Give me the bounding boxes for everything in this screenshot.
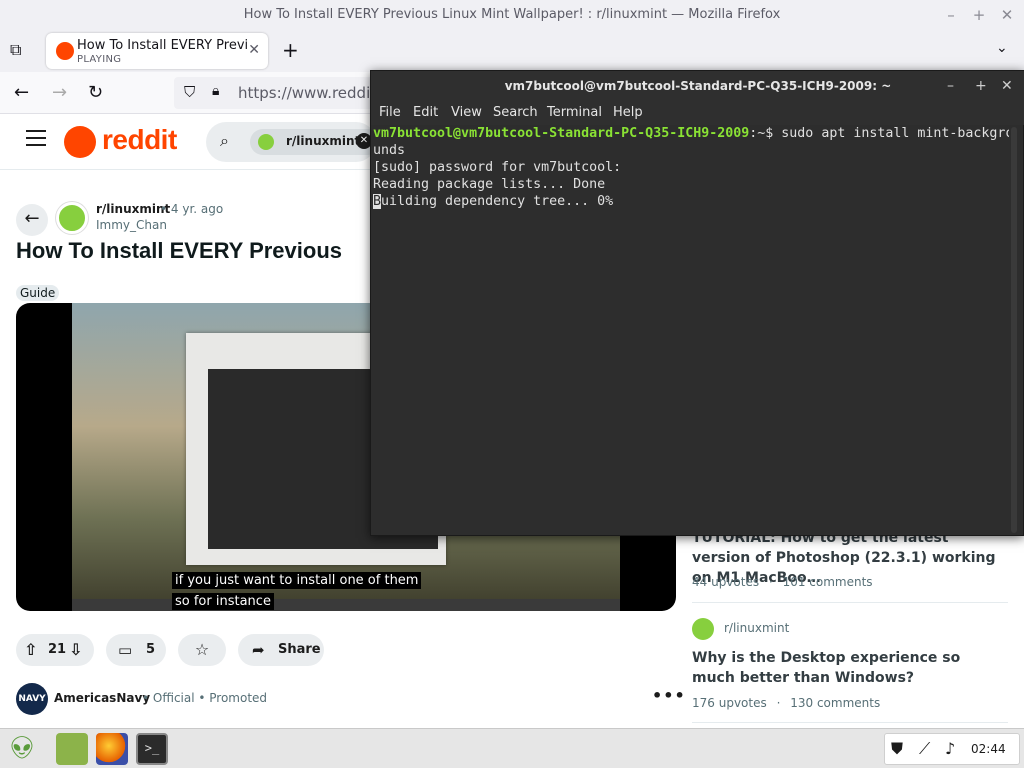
award-button[interactable]: ☆ [178, 634, 226, 666]
search-bar[interactable]: ⌕ r/linuxmint ✕ [206, 122, 380, 162]
terminal-scrollbar[interactable] [1011, 127, 1017, 533]
related-post-meta: 44 upvotes · 101 comments [692, 575, 873, 589]
output-line: unds [373, 143, 406, 158]
related-subreddit-name[interactable]: r/linuxmint [724, 621, 789, 635]
new-tab-icon[interactable]: + [282, 38, 299, 62]
close-icon[interactable]: ✕ [996, 0, 1018, 30]
back-icon[interactable]: ← [14, 82, 29, 103]
divider [692, 602, 1008, 603]
tab-status: PLAYING [77, 54, 122, 65]
url-bar[interactable]: ⛉ 🔒︎ https://www.reddit.co [174, 77, 398, 109]
caption-line: if you just want to install one of them [172, 572, 422, 589]
award-icon: ☆ [194, 640, 210, 659]
maximize-icon[interactable]: + [968, 0, 990, 30]
output-line: uilding dependency tree... 0% [381, 194, 614, 209]
subreddit-avatar[interactable] [56, 202, 88, 234]
reddit-wordmark[interactable]: reddit [102, 124, 177, 156]
menu-file[interactable]: File [379, 105, 401, 120]
text-cursor: B [373, 194, 382, 209]
related-subreddit-avatar[interactable] [692, 618, 714, 640]
shield-icon[interactable]: ⛊ [891, 739, 903, 759]
downvote-icon[interactable]: ⇩ [69, 634, 82, 666]
post-age: • 4 yr. ago [160, 202, 224, 216]
post-author[interactable]: Immy_Chan [96, 218, 167, 232]
related-post-upvotes: 176 upvotes [692, 696, 767, 710]
advertiser-name[interactable]: AmericasNavy [54, 691, 150, 705]
system-tray: ⛊ ⟋ ♪ 02:44 [884, 733, 1020, 765]
output-line: Reading package lists... Done [373, 177, 606, 192]
linuxmint-avatar [258, 134, 274, 150]
lock-icon[interactable]: 🔒︎ [212, 83, 219, 99]
search-chip-label: r/linuxmint [286, 134, 361, 148]
reddit-favicon-icon [56, 42, 74, 60]
sound-icon[interactable]: ♪ [945, 739, 955, 758]
terminal-minimize-icon[interactable]: – [947, 71, 954, 101]
terminal-title: vm7butcool@vm7butcool-Standard-PC-Q35-IC… [504, 79, 892, 93]
terminal-maximize-icon[interactable]: + [975, 71, 987, 101]
related-post-meta: 176 upvotes · 130 comments [692, 696, 881, 710]
share-icon: ➦ [252, 641, 265, 659]
tab-close-icon[interactable]: ✕ [248, 42, 260, 58]
menu-edit[interactable]: Edit [413, 105, 438, 120]
search-community-chip[interactable]: r/linuxmint ✕ [250, 129, 380, 155]
advertiser-avatar[interactable]: NAVY [16, 683, 48, 715]
vote-count: 21 [48, 642, 67, 657]
terminal-close-icon[interactable]: ✕ [1001, 71, 1013, 101]
comment-count: 5 [146, 642, 156, 657]
reload-icon[interactable]: ↻ [88, 82, 103, 103]
window-title: How To Install EVERY Previous Linux Mint… [243, 7, 781, 22]
divider [692, 722, 1008, 723]
related-post-comments: 101 comments [782, 575, 873, 589]
minimize-icon[interactable]: – [940, 0, 962, 30]
list-tabs-chevron-icon[interactable]: ⌄ [996, 40, 1008, 56]
prompt-user-host: vm7butcool@vm7butcool-Standard-PC-Q35-IC… [373, 126, 750, 141]
shield-icon[interactable]: ⛉ [184, 83, 195, 101]
video-captions: if you just want to install one of them … [172, 569, 422, 611]
tab-overview-icon[interactable]: ⧉ [10, 40, 21, 60]
caption-line: so for instance [172, 593, 274, 610]
desktop: How To Install EVERY Previous Linux Mint… [0, 0, 1024, 768]
related-post-comments: 130 comments [790, 696, 881, 710]
comments-button[interactable]: ▭ 5 [106, 634, 166, 666]
files-icon[interactable] [56, 733, 88, 765]
menu-help[interactable]: Help [613, 105, 643, 120]
menu-icon[interactable] [26, 130, 46, 146]
share-label: Share [278, 642, 321, 657]
terminal-titlebar[interactable]: vm7butcool@vm7butcool-Standard-PC-Q35-IC… [371, 71, 1024, 101]
firefox-icon[interactable] [96, 733, 128, 765]
menu-view[interactable]: View [451, 105, 482, 120]
more-options-icon[interactable]: ••• [652, 686, 686, 705]
taskbar: 👽︎ >_ ⛊ ⟋ ♪ 02:44 [0, 728, 1024, 768]
ad-meta: • Official • Promoted [142, 691, 268, 705]
menu-terminal[interactable]: Terminal [547, 105, 602, 120]
firefox-titlebar: How To Install EVERY Previous Linux Mint… [0, 0, 1024, 30]
share-button[interactable]: ➦ Share [238, 634, 324, 666]
post-title: How To Install EVERY Previous [16, 238, 343, 263]
reddit-logo-icon[interactable] [64, 126, 96, 158]
upvote-icon[interactable]: ⇧ [24, 634, 37, 666]
terminal-output[interactable]: vm7butcool@vm7butcool-Standard-PC-Q35-IC… [373, 125, 1009, 535]
vote-control: ⇧ 21 ⇩ [16, 634, 94, 666]
search-icon: ⌕ [220, 131, 229, 150]
related-post-title[interactable]: Why is the Desktop experience so much be… [692, 648, 992, 688]
output-line: [sudo] password for vm7butcool: [373, 160, 622, 175]
terminal-window[interactable]: vm7butcool@vm7butcool-Standard-PC-Q35-IC… [370, 70, 1024, 536]
menu-search[interactable]: Search [493, 105, 538, 120]
command-line: :~$ sudo apt install mint-backgro [749, 126, 1009, 141]
tab-active[interactable]: How To Install EVERY Previous Linux Mint… [46, 33, 268, 69]
terminal-icon[interactable]: >_ [136, 733, 168, 765]
post-flair[interactable]: Guide [16, 285, 60, 301]
clock[interactable]: 02:44 [971, 742, 1006, 756]
related-post-upvotes: 44 upvotes [692, 575, 760, 589]
network-icon[interactable]: ⟋ [919, 739, 930, 759]
comment-icon: ▭ [118, 641, 133, 659]
mint-menu-icon[interactable]: 👽︎ [6, 733, 38, 765]
forward-icon[interactable]: → [52, 82, 67, 103]
terminal-menubar: File Edit View Search Terminal Help [371, 101, 1024, 125]
back-button[interactable]: ← [16, 204, 48, 236]
tab-title: How To Install EVERY Previous Linux Mint… [77, 38, 247, 53]
tab-bar: ⧉ How To Install EVERY Previous Linux Mi… [0, 30, 1024, 70]
